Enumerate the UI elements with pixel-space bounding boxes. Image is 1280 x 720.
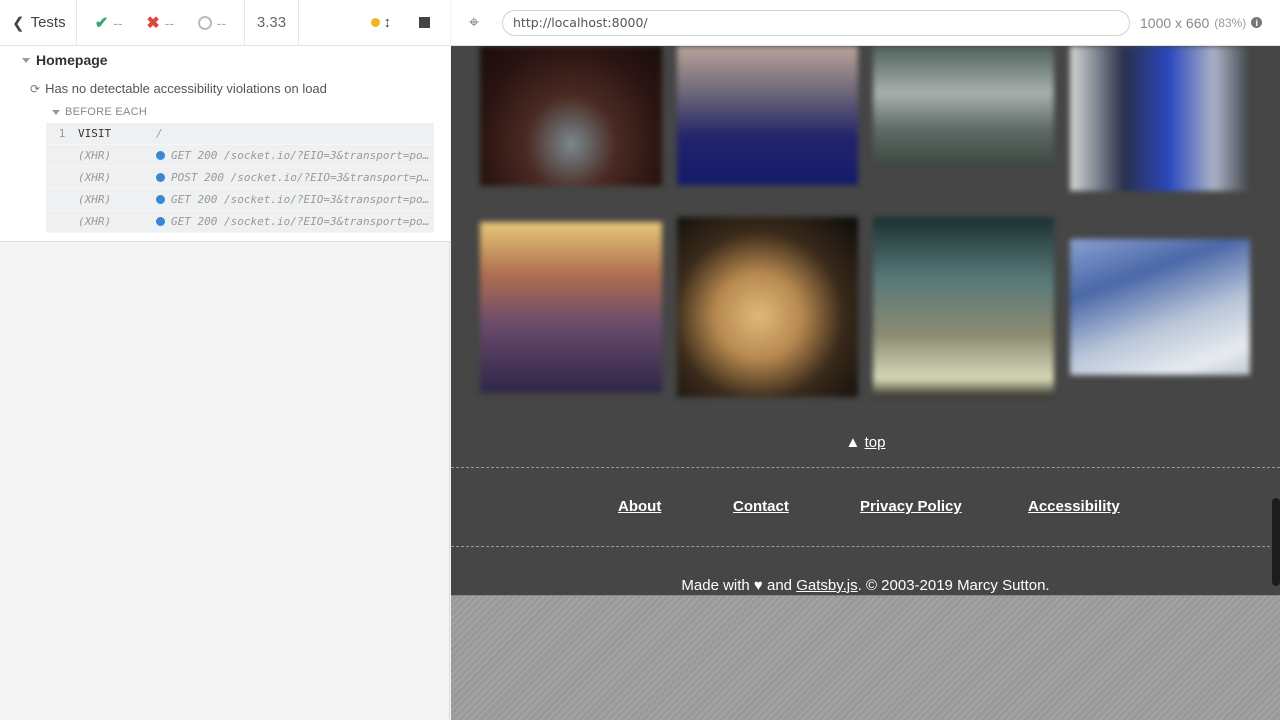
hook-before-each[interactable]: BEFORE EACH (52, 106, 147, 118)
xhr-dot-icon (156, 151, 165, 160)
viewport-info[interactable]: 1000 x 660 (83%) i (1140, 14, 1263, 31)
suite-homepage[interactable]: Homepage (22, 52, 108, 68)
command-message: POST 200 /socket.io/?EIO=3&transport=pol… (156, 171, 434, 184)
command-name: (XHR) (78, 193, 112, 206)
footer-link-accessibility[interactable]: Accessibility (1028, 498, 1120, 515)
caret-down-icon (52, 109, 60, 115)
gallery-photo[interactable] (480, 46, 662, 186)
gallery-photo[interactable] (480, 222, 662, 393)
footer-nav: About Contact Privacy Policy Accessibili… (451, 498, 1280, 518)
triangle-up-icon: ▲ (845, 434, 861, 451)
footer-link-privacy[interactable]: Privacy Policy (860, 498, 962, 515)
run-controls: ↕ (299, 0, 450, 46)
stats: ✔ -- ✖ -- -- (77, 0, 245, 46)
failed-count: -- (164, 14, 175, 31)
crosshair-icon[interactable]: ⌖ (451, 0, 497, 46)
test-item[interactable]: ⟳ Has no detectable accessibility violat… (30, 81, 327, 96)
gallery-photo[interactable] (677, 217, 858, 397)
duration: 3.33 (245, 0, 299, 46)
back-to-top: ▲ top (451, 434, 1280, 451)
running-dot-icon (370, 18, 380, 27)
command-list: 1 VISIT / (XHR) GET 200 /socket.io/?EIO=… (46, 123, 434, 233)
test-title: Has no detectable accessibility violatio… (45, 81, 327, 96)
reporter-panel: ❮ Tests ✔ -- ✖ -- -- 3.33 ↕ Homepage ⟳ H… (0, 0, 450, 720)
aut-header: ⌖ http://localhost:8000/ 1000 x 660 (83%… (451, 0, 1280, 46)
footer-divider (451, 467, 1280, 468)
tests-label: Tests (30, 14, 66, 31)
refresh-icon: ⟳ (30, 81, 41, 96)
command-row[interactable]: (XHR) GET 200 /socket.io/?EIO=3&transpor… (46, 145, 434, 167)
command-message: GET 200 /socket.io/?EIO=3&transport=poll… (156, 215, 434, 228)
footer-link-about[interactable]: About (618, 498, 661, 515)
copyright: Made with ♥ and Gatsby.js. © 2003-2019 M… (681, 577, 1050, 594)
command-row[interactable]: (XHR) GET 200 /socket.io/?EIO=3&transpor… (46, 189, 434, 211)
top-link[interactable]: top (865, 434, 886, 451)
viewport-padding (451, 595, 1280, 720)
gallery-photo[interactable] (677, 46, 858, 185)
footer-divider (451, 546, 1280, 547)
auto-scroll-toggle[interactable]: ↕ (370, 14, 392, 31)
tests-back-button[interactable]: ❮ Tests (0, 0, 77, 46)
command-message: / (156, 127, 163, 140)
aut-panel: ⌖ http://localhost:8000/ 1000 x 660 (83%… (451, 0, 1280, 720)
gallery-photo[interactable] (873, 46, 1054, 164)
command-row[interactable]: (XHR) POST 200 /socket.io/?EIO=3&transpo… (46, 167, 434, 189)
command-name: (XHR) (78, 149, 112, 162)
url-bar[interactable]: http://localhost:8000/ (502, 9, 1130, 36)
chevron-left-icon: ❮ (12, 14, 25, 32)
gatsby-link[interactable]: Gatsby.js (796, 577, 857, 594)
reporter-header: ❮ Tests ✔ -- ✖ -- -- 3.33 ↕ (0, 0, 450, 46)
suite-title: Homepage (36, 52, 108, 68)
command-message: GET 200 /socket.io/?EIO=3&transport=poll… (156, 149, 434, 162)
stop-icon[interactable] (419, 17, 430, 28)
scroll-arrows-icon: ↕ (383, 14, 392, 31)
hook-title: BEFORE EACH (65, 106, 148, 118)
spec-runnables: Homepage ⟳ Has no detectable accessibili… (0, 46, 450, 242)
gallery-photo[interactable] (1070, 46, 1250, 191)
command-name: (XHR) (78, 171, 112, 184)
command-name: (XHR) (78, 215, 112, 228)
xhr-dot-icon (156, 173, 165, 182)
gallery-photo[interactable] (1070, 239, 1250, 375)
pending-stat: -- (197, 14, 227, 31)
app-iframe: ▲ top About Contact Privacy Policy Acces… (451, 46, 1280, 595)
command-message: GET 200 /socket.io/?EIO=3&transport=poll… (156, 193, 434, 206)
gallery-photo[interactable] (873, 217, 1054, 397)
xhr-dot-icon (156, 195, 165, 204)
footer-link-contact[interactable]: Contact (733, 498, 789, 515)
circle-icon (197, 15, 212, 30)
command-number: 1 (58, 127, 66, 140)
info-icon: i (1251, 17, 1263, 28)
command-name: VISIT (78, 127, 112, 140)
check-icon: ✔ (94, 14, 109, 32)
passed-count: -- (113, 14, 123, 31)
command-row[interactable]: 1 VISIT / (46, 123, 434, 145)
failed-stat: ✖ -- (146, 13, 174, 33)
xhr-dot-icon (156, 217, 165, 226)
scrollbar-thumb[interactable] (1272, 498, 1280, 586)
viewport-size: 1000 x 660 (1140, 14, 1210, 31)
pending-count: -- (216, 14, 227, 31)
viewport-scale: (83%) (1214, 15, 1247, 30)
command-row[interactable]: (XHR) GET 200 /socket.io/?EIO=3&transpor… (46, 211, 434, 233)
caret-down-icon (22, 57, 30, 63)
x-icon: ✖ (146, 14, 160, 32)
passed-stat: ✔ -- (95, 13, 123, 33)
